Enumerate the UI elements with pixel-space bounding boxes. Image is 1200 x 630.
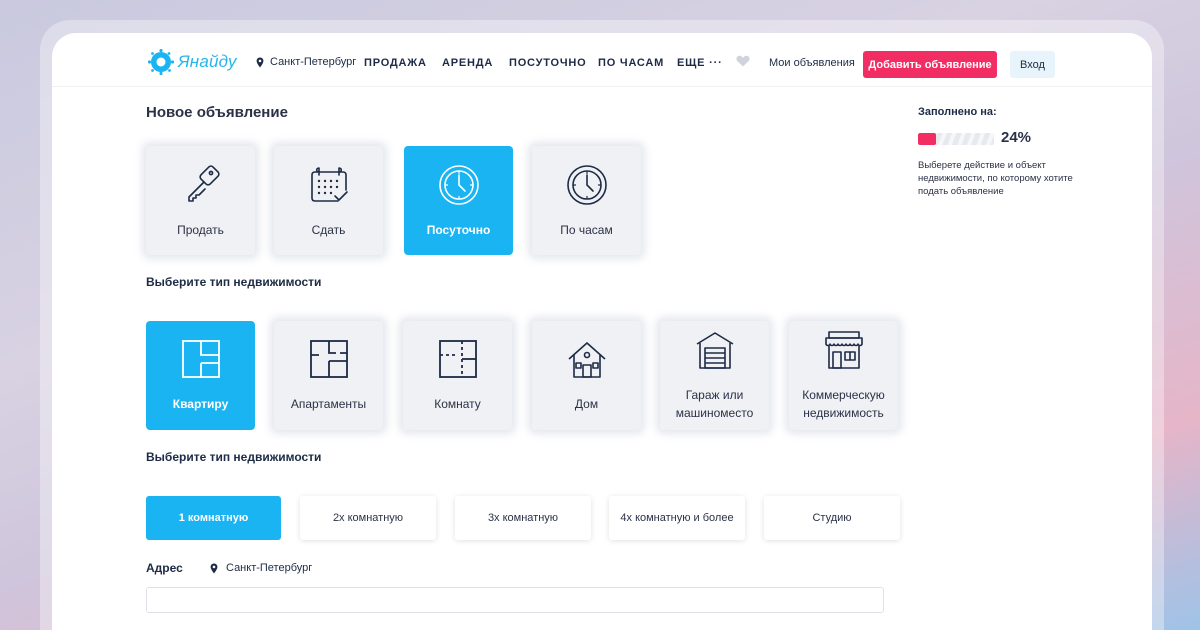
property-section-title: Выберите тип недвижимости bbox=[146, 275, 322, 289]
house-icon bbox=[567, 341, 606, 378]
address-city-label: Санкт-Петербург bbox=[226, 562, 313, 574]
fill-hint: Выберете действие и объект недвижимости,… bbox=[918, 160, 1073, 197]
favorites-heart-icon[interactable] bbox=[736, 55, 750, 67]
nav-hourly[interactable]: ПО ЧАСАМ bbox=[598, 57, 664, 69]
action-label: Продать bbox=[177, 222, 224, 237]
login-button[interactable]: Вход bbox=[1010, 51, 1055, 78]
fill-progress-label: Заполнено на: bbox=[918, 106, 997, 118]
room-plan-icon bbox=[438, 339, 477, 378]
browser-window: Янайду Санкт-Петербург ПРОДАЖА АРЕНДА ПО… bbox=[52, 33, 1152, 630]
calendar-check-icon bbox=[310, 166, 348, 202]
my-ads-link[interactable]: Мои объявления bbox=[769, 57, 855, 69]
rooms-section-title: Выберите тип недвижимости bbox=[146, 450, 322, 464]
action-label: Посуточно bbox=[426, 222, 491, 237]
property-card-garage[interactable]: Гараж или машиноместо bbox=[660, 321, 769, 430]
action-label: По часам bbox=[560, 222, 613, 237]
property-label: Гараж или машиноместо bbox=[675, 387, 754, 420]
city-selector[interactable]: Санкт-Петербург bbox=[256, 56, 356, 68]
address-city-selector[interactable]: Санкт-Петербург bbox=[210, 562, 312, 574]
location-pin-icon bbox=[256, 57, 264, 67]
action-card-rent[interactable]: Сдать bbox=[274, 146, 383, 255]
rooms-option-1[interactable]: 1 комнатную bbox=[146, 496, 281, 540]
fill-progress-value bbox=[918, 133, 937, 145]
rooms-option-2[interactable]: 2х комнатную bbox=[300, 496, 436, 540]
city-label: Санкт-Петербург bbox=[270, 56, 357, 68]
rooms-option-4-plus[interactable]: 4х комнатную и более bbox=[609, 496, 745, 540]
address-label: Адрес bbox=[146, 561, 183, 575]
logo[interactable]: Янайду bbox=[148, 49, 237, 75]
property-card-house[interactable]: Дом bbox=[532, 321, 641, 430]
floor-plan-icon bbox=[309, 339, 348, 378]
address-input[interactable] bbox=[146, 587, 884, 613]
clock-icon bbox=[438, 164, 479, 205]
property-label: Квартиру bbox=[172, 396, 229, 411]
fill-progress-bar bbox=[918, 133, 994, 145]
garage-icon bbox=[696, 331, 733, 369]
location-pin-icon bbox=[210, 563, 218, 573]
shop-icon bbox=[824, 330, 863, 369]
action-label: Сдать bbox=[311, 222, 346, 237]
property-card-apartments[interactable]: Апартаменты bbox=[274, 321, 383, 430]
property-label: Апартаменты bbox=[290, 396, 367, 411]
clock-icon bbox=[566, 164, 607, 205]
property-card-apartment[interactable]: Квартиру bbox=[146, 321, 255, 430]
nav-rent[interactable]: АРЕНДА bbox=[442, 57, 493, 69]
nav-sale[interactable]: ПРОДАЖА bbox=[364, 57, 427, 69]
page-title: Новое объявление bbox=[146, 104, 288, 121]
nav-more[interactable]: ЕЩЕ ··· bbox=[677, 57, 723, 69]
property-label: Дом bbox=[574, 396, 599, 411]
property-label: Комнату bbox=[434, 396, 481, 411]
property-label: Коммерческую недвижимость bbox=[802, 387, 885, 420]
logo-text: Янайду bbox=[178, 52, 237, 71]
add-listing-button[interactable]: Добавить объявление bbox=[863, 51, 997, 78]
nav-daily[interactable]: ПОСУТОЧНО bbox=[509, 57, 587, 69]
site-header: Янайду Санкт-Петербург ПРОДАЖА АРЕНДА ПО… bbox=[52, 33, 1152, 87]
fill-percent: 24% bbox=[1001, 129, 1032, 146]
floor-plan-icon bbox=[181, 339, 220, 378]
rooms-option-3[interactable]: 3х комнатную bbox=[455, 496, 591, 540]
action-card-daily[interactable]: Посуточно bbox=[404, 146, 513, 255]
key-icon bbox=[187, 164, 220, 202]
action-card-sell[interactable]: Продать bbox=[146, 146, 255, 255]
rooms-option-studio[interactable]: Студию bbox=[764, 496, 900, 540]
property-card-room[interactable]: Комнату bbox=[403, 321, 512, 430]
property-card-commercial[interactable]: Коммерческую недвижимость bbox=[789, 321, 898, 430]
logo-icon bbox=[148, 49, 174, 75]
action-card-hourly[interactable]: По часам bbox=[532, 146, 641, 255]
